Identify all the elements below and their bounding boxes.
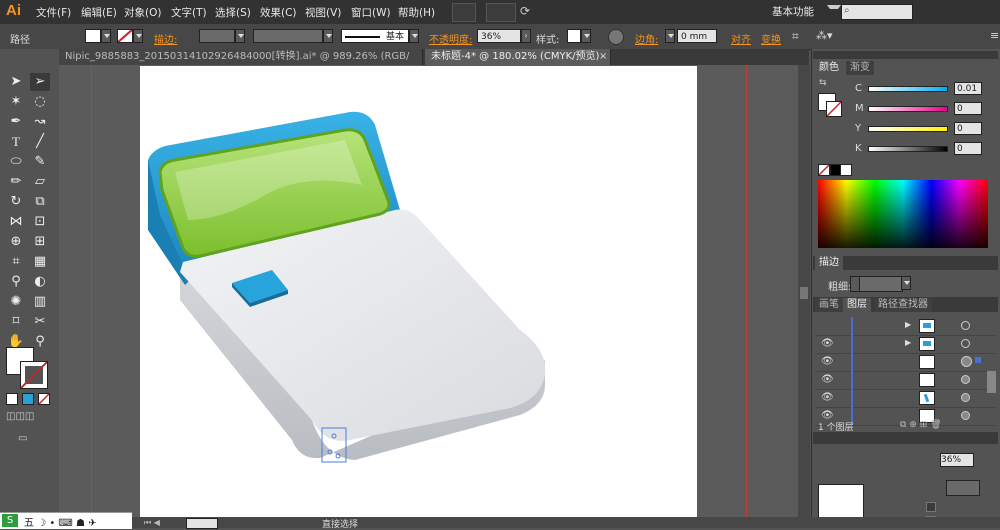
tab-color[interactable]: 颜色 [815, 61, 843, 75]
artboard-number-field[interactable] [186, 518, 218, 529]
channel-k-slider[interactable] [868, 146, 948, 152]
expand-arrow-icon[interactable]: ▶ [905, 320, 911, 329]
tab-pathfinder[interactable]: 路径查找器 [874, 298, 932, 312]
white-color-chip[interactable] [840, 164, 852, 176]
visibility-eye-icon[interactable]: 👁 [821, 392, 834, 403]
current-tool-status: 直接选择 [322, 520, 359, 530]
vertical-scrollbar[interactable] [798, 65, 810, 517]
visibility-eye-icon[interactable]: 👁 [821, 356, 834, 367]
visibility-eye-icon[interactable]: 👁 [821, 374, 834, 385]
channel-k-field[interactable]: 0 [954, 142, 982, 155]
layer-actions-icons[interactable]: ⧉ ⊕ ⊞ 🗑 [900, 420, 990, 430]
layer-thumbnail [919, 319, 935, 333]
stroke-weight-label: 粗细: [828, 282, 852, 293]
swap-colors-icon[interactable]: ⇆ [819, 78, 829, 88]
search-input[interactable]: ⌕ [841, 4, 913, 20]
clip-checkbox[interactable] [926, 502, 936, 512]
panel-stroke-swatch[interactable] [826, 101, 842, 117]
ime-toolbar[interactable]: S 五 ☽ • ⌨ ☗ ✈ [0, 512, 132, 529]
none-color-chip[interactable] [818, 164, 830, 176]
channel-c-slider[interactable] [868, 86, 948, 92]
vertex-options-icon[interactable]: ⁂▾ [816, 29, 838, 43]
transparency-panel-header [813, 432, 998, 444]
layer-thumbnail [919, 337, 935, 351]
target-icon[interactable] [961, 393, 970, 402]
status-bar: S 五 ☽ • ⌨ ☗ ✈ ⏮ ◀ 直接选择 [0, 512, 1000, 530]
transparency-thumbnail [818, 484, 864, 520]
channel-m-slider[interactable] [868, 106, 948, 112]
target-icon[interactable] [961, 339, 970, 348]
artboard-navigation[interactable]: ⏮ ◀ [144, 518, 184, 527]
layer-row[interactable]: 👁 [815, 389, 996, 408]
layer-thumbnail [919, 391, 935, 405]
window-controls [922, 4, 998, 20]
device-illustration[interactable] [0, 0, 800, 518]
chevron-down-icon[interactable] [827, 5, 841, 17]
tab-brushes[interactable]: 画笔 [815, 298, 843, 312]
layer-row[interactable]: 👁 ▶ [815, 335, 996, 354]
search-icon: ⌕ [844, 5, 850, 16]
make-mask-button[interactable] [946, 480, 980, 496]
target-icon[interactable] [961, 321, 970, 330]
target-icon[interactable] [961, 411, 970, 420]
layer-thumbnail [919, 355, 935, 369]
ime-tool-icons[interactable]: 五 ☽ • ⌨ ☗ ✈ [24, 514, 97, 529]
channel-m-label: M [855, 103, 864, 114]
ime-logo-icon: S [2, 514, 18, 527]
tab-gradient[interactable]: 渐变 [846, 61, 874, 75]
channel-y-field[interactable]: 0 [954, 122, 982, 135]
scroll-thumb[interactable] [800, 287, 808, 299]
panel-menu-icon[interactable]: ≡ [990, 29, 999, 43]
panel-stroke-weight-dropdown[interactable] [901, 276, 911, 290]
tab-stroke[interactable]: 描边 [815, 256, 843, 270]
channel-m-field[interactable]: 0 [954, 102, 982, 115]
channel-c-label: C [855, 83, 862, 94]
channel-c-field[interactable]: 0.01 [954, 82, 982, 95]
channel-k-label: K [855, 143, 862, 154]
panel-stroke-weight-field[interactable] [859, 276, 903, 292]
target-icon[interactable] [961, 375, 970, 384]
layer-row[interactable]: 👁 [815, 353, 996, 372]
expand-arrow-icon[interactable]: ▶ [905, 338, 911, 347]
layers-scroll-thumb[interactable] [987, 371, 996, 393]
target-icon[interactable] [961, 356, 972, 367]
channel-y-slider[interactable] [868, 126, 948, 132]
selection-indicator[interactable] [975, 357, 981, 363]
tab-layers[interactable]: 图层 [843, 298, 871, 312]
panel-dock-header[interactable] [813, 51, 998, 59]
channel-y-label: Y [855, 123, 862, 134]
layer-row[interactable]: 👁 [815, 371, 996, 390]
visibility-eye-icon[interactable]: 👁 [821, 338, 834, 349]
color-spectrum[interactable] [818, 180, 988, 248]
layer-thumbnail [919, 373, 935, 387]
layer-row[interactable]: ▶ [815, 317, 996, 336]
panel-opacity-field[interactable]: 36% [940, 453, 974, 467]
